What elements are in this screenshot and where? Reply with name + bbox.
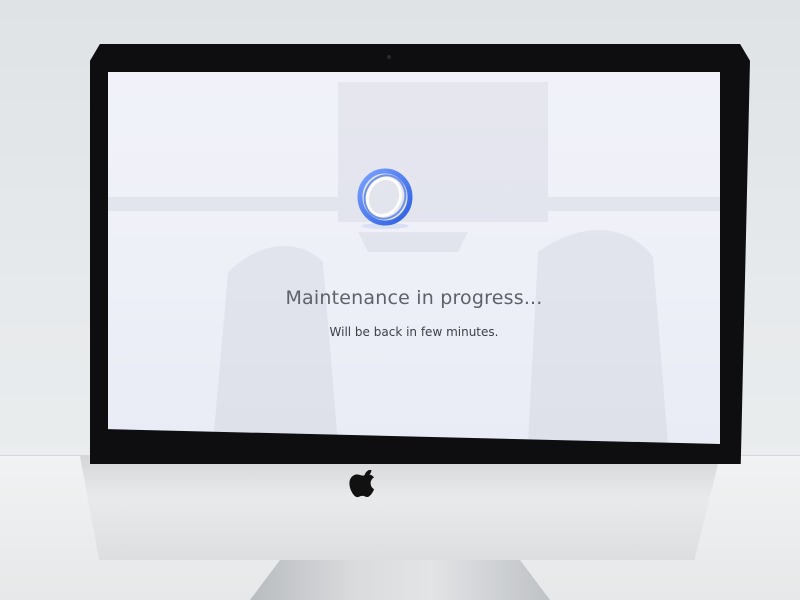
monitor-chin [80,456,720,560]
ring-spinner-icon [357,168,413,229]
apple-logo-icon [349,469,379,504]
status-message: Will be back in few minutes. [329,325,499,339]
maintenance-screen: Maintenance in progress... Will be back … [108,72,720,444]
camera-dot [387,55,391,59]
background-photo-overlay [108,82,720,444]
page-title: Maintenance in progress... [285,287,543,309]
